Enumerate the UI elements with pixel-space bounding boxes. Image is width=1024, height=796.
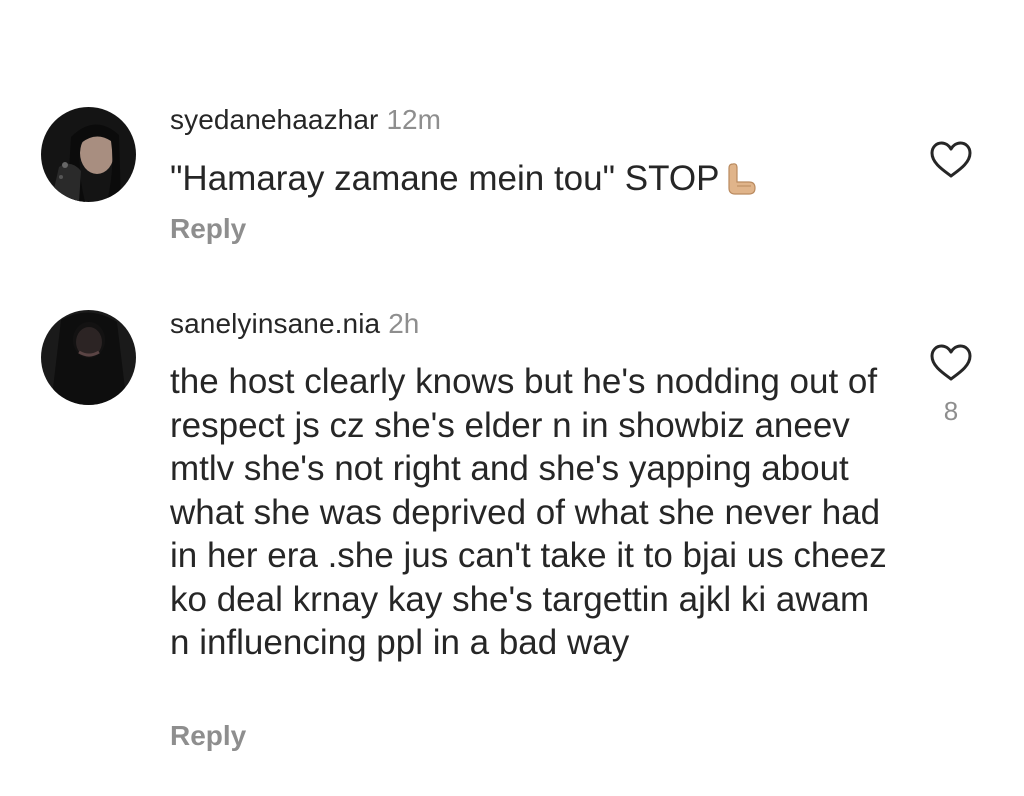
timestamp: 2h (388, 308, 420, 339)
avatar-photo (41, 310, 136, 405)
comment-meta: syedanehaazhar 12m (170, 104, 441, 136)
reply-button[interactable]: Reply (170, 213, 246, 245)
heart-icon (930, 344, 972, 381)
comment-meta: sanelyinsane.nia 2h (170, 308, 419, 340)
avatar[interactable] (41, 310, 136, 405)
comment-text: "Hamaray zamane mein tou" STOP (170, 157, 890, 207)
like-count: 8 (943, 396, 959, 426)
avatar-photo (41, 107, 136, 202)
raised-back-of-hand-emoji (725, 162, 757, 207)
comment-text: the host clearly knows but he's nodding … (170, 362, 887, 662)
username[interactable]: syedanehaazhar (170, 104, 378, 135)
timestamp: 12m (386, 104, 441, 135)
comment-text-content: "Hamaray zamane mein tou" STOP (170, 159, 720, 198)
username[interactable]: sanelyinsane.nia (170, 308, 380, 339)
heart-icon (930, 141, 972, 178)
like-button[interactable] (929, 140, 973, 180)
comment-item: syedanehaazhar 12m "Hamaray zamane mein t… (0, 0, 1024, 290)
reply-button[interactable]: Reply (170, 720, 246, 752)
like-button[interactable] (929, 343, 973, 383)
avatar[interactable] (41, 107, 136, 202)
comment-item: sanelyinsane.nia 2h the host clearly know… (0, 290, 1024, 796)
